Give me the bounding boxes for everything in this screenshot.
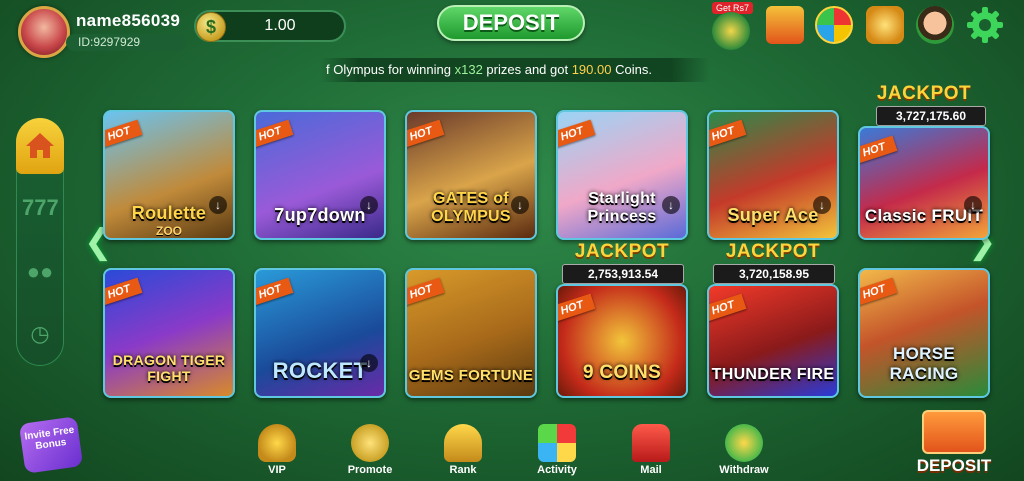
hot-badge: HOT: [558, 293, 596, 323]
download-icon[interactable]: ↓: [813, 196, 831, 214]
game-card-thunder-fire[interactable]: HOT THUNDER FIRE: [707, 284, 839, 398]
user-id: ID:9297929: [66, 34, 186, 51]
nav-vip[interactable]: VIP: [242, 424, 312, 476]
shopping-cart-icon: [922, 410, 986, 454]
jackpot-label: JACKPOT: [876, 83, 972, 104]
jackpot-value: 3,720,158.95: [713, 264, 835, 284]
hot-badge: HOT: [256, 119, 294, 149]
crown-icon: [258, 424, 296, 462]
game-title: THUNDER FIRE: [711, 366, 835, 383]
invite-bonus-button[interactable]: Invite Free Bonus: [18, 416, 84, 474]
game-card-9-coins[interactable]: HOT 9 COINS: [556, 284, 688, 398]
hot-badge: HOT: [105, 119, 143, 149]
hot-badge: HOT: [860, 277, 898, 307]
hot-badge: HOT: [256, 277, 294, 307]
game-card-dragon-tiger-fight[interactable]: HOT DRAGON TIGER FIGHT: [103, 268, 235, 398]
nav-label: VIP: [268, 464, 286, 476]
jackpot-value: 3,727,175.60: [876, 106, 986, 126]
game-card-starlight-princess[interactable]: HOT Starlight Princess ↓: [556, 110, 688, 240]
hot-badge: HOT: [860, 135, 898, 165]
slots-777-icon[interactable]: 777: [22, 190, 59, 226]
home-icon: [26, 133, 54, 158]
download-icon[interactable]: ↓: [964, 196, 982, 214]
gift-fireworks-icon: [538, 424, 576, 462]
coins-stack-icon: [351, 424, 389, 462]
bottom-deposit-button[interactable]: DEPOSIT: [904, 410, 1004, 480]
jackpot-label: JACKPOT: [574, 241, 670, 262]
game-card-horse-racing[interactable]: HOT HORSE RACING: [858, 268, 990, 398]
download-icon[interactable]: ↓: [662, 196, 680, 214]
marquee-text: f Olympus for winning x132 prizes and go…: [326, 62, 652, 77]
settings-gear-icon[interactable]: [966, 6, 1004, 44]
game-title: HORSE RACING: [889, 344, 959, 383]
dollar-coin-icon: $: [196, 12, 226, 42]
mailbox-icon: [632, 424, 670, 462]
game-title: DRAGON TIGER FIGHT: [112, 352, 226, 384]
download-icon[interactable]: ↓: [209, 196, 227, 214]
game-card-gates-of-olympus[interactable]: HOT GATES of OLYMPUS ↓: [405, 110, 537, 240]
game-title: GEMS FORTUNE: [408, 367, 534, 384]
game-card-roulette-zoo[interactable]: HOT Roulette ZOO ↓: [103, 110, 235, 240]
download-icon[interactable]: ↓: [360, 196, 378, 214]
hot-badge: HOT: [709, 119, 747, 149]
players-icon[interactable]: ●●: [22, 254, 58, 290]
hot-badge: HOT: [558, 119, 596, 149]
game-card-classic-fruit[interactable]: HOT Classic FRUIT ↓: [858, 126, 990, 240]
bottom-deposit-label: DEPOSIT: [916, 456, 992, 475]
hot-badge: HOT: [105, 277, 143, 307]
game-card-gems-fortune[interactable]: HOT GEMS FORTUNE: [405, 268, 537, 398]
support-agent-icon[interactable]: [916, 6, 954, 44]
lucky-wheel-icon[interactable]: [815, 6, 853, 44]
nav-rank[interactable]: Rank: [428, 424, 498, 476]
hot-badge: HOT: [407, 119, 445, 149]
balance-value: 1.00: [264, 17, 296, 34]
nav-promote[interactable]: Promote: [335, 424, 405, 476]
cash-reward-icon[interactable]: [712, 12, 750, 50]
hot-badge: HOT: [709, 293, 747, 323]
withdraw-coin-icon: [725, 424, 763, 462]
nav-label: Activity: [537, 464, 577, 476]
history-clock-icon[interactable]: ◷: [22, 316, 58, 352]
sidebar-item-home[interactable]: [16, 118, 64, 174]
game-card-rocket[interactable]: HOT ROCKET ↓: [254, 268, 386, 398]
username: name856039: [76, 11, 181, 30]
gift-box-icon[interactable]: [766, 6, 804, 44]
nav-label: Mail: [640, 464, 662, 476]
game-subtitle: ZOO: [156, 224, 182, 238]
game-card-super-ace[interactable]: HOT Super Ace ↓: [707, 110, 839, 240]
deposit-button[interactable]: DEPOSIT: [437, 5, 585, 41]
jackpot-value: 2,753,913.54: [562, 264, 684, 284]
nav-label: Rank: [449, 464, 477, 476]
download-icon[interactable]: ↓: [511, 196, 529, 214]
download-icon[interactable]: ↓: [360, 354, 378, 372]
nav-activity[interactable]: Activity: [522, 424, 592, 476]
game-title: 9 COINS: [582, 362, 662, 383]
game-card-7up7down[interactable]: HOT 7up7down ↓: [254, 110, 386, 240]
avatar[interactable]: [18, 6, 70, 58]
treasure-icon[interactable]: [866, 6, 904, 44]
nav-label: Promote: [347, 464, 393, 476]
jackpot-label: JACKPOT: [725, 241, 821, 262]
hot-badge: HOT: [407, 277, 445, 307]
trophy-icon: [444, 424, 482, 462]
nav-mail[interactable]: Mail: [616, 424, 686, 476]
nav-label: Withdraw: [719, 464, 769, 476]
nav-withdraw[interactable]: Withdraw: [709, 424, 779, 476]
